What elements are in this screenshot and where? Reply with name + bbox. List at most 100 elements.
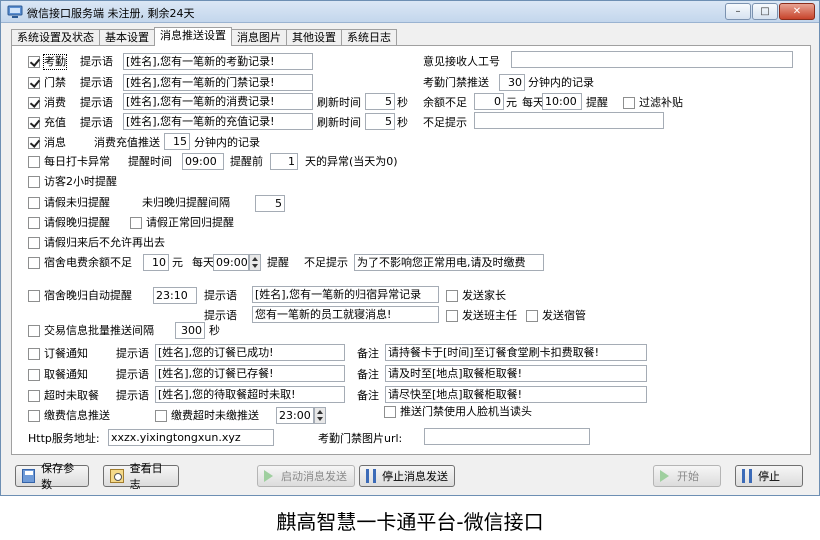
dorm-power-checkbox[interactable] [28, 257, 40, 269]
dorm-power-time-input[interactable]: 09:00 [213, 254, 249, 271]
overdue-pickup-hint-input[interactable]: [姓名],您的待取餐超时未取! [155, 386, 345, 403]
send-teacher-label: 发送班主任 [462, 309, 517, 322]
dorm-late-hint2-input[interactable]: 您有一笔新的员工就寝消息! [252, 306, 439, 323]
dorm-power-insufficient-input[interactable]: 为了不影响您正常用电,请及时缴费 [354, 254, 544, 271]
consume-refresh-unit: 秒 [397, 96, 408, 109]
daily-abnormal-days-input[interactable]: 1 [270, 153, 298, 170]
balance-daily-time-input[interactable]: 10:00 [542, 93, 582, 110]
leave-not-return-checkbox[interactable] [28, 197, 40, 209]
order-notice-note-input[interactable]: 请持餐卡于[时间]至订餐食堂刷卡扣费取餐! [385, 344, 647, 361]
save-button[interactable]: 保存参数 [15, 462, 89, 491]
tab-message-images[interactable]: 消息图片 [231, 29, 287, 46]
attendance-checkbox[interactable] [28, 56, 40, 68]
fee-push-checkbox[interactable] [28, 410, 40, 422]
tab-system-log[interactable]: 系统日志 [341, 29, 397, 46]
gate-checkbox[interactable] [28, 77, 40, 89]
gate-hint-input[interactable]: [姓名],您有一笔新的门禁记录! [123, 74, 313, 91]
recharge-label: 充值 [44, 116, 66, 129]
attendance-hint-input[interactable]: [姓名],您有一笔新的考勤记录! [123, 53, 313, 70]
fee-push-label: 缴费信息推送 [44, 409, 110, 422]
dorm-late-hint-input[interactable]: [姓名],您有一笔新的归宿异常记录 [252, 286, 439, 303]
leave-normal-return-label: 请假正常回归提醒 [146, 216, 234, 229]
recharge-hint-input[interactable]: [姓名],您有一笔新的充值记录! [123, 113, 313, 130]
dorm-power-remind-label: 提醒 [267, 256, 289, 269]
start-send-button-label: 启动消息发送 [281, 470, 347, 483]
consume-checkbox[interactable] [28, 97, 40, 109]
daily-abnormal-days-unit: 天的异常(当天为0) [305, 155, 398, 168]
gate-push-label: 考勤门禁推送 [423, 76, 489, 89]
consume-refresh-label: 刷新时间 [317, 96, 361, 109]
tab-basic-settings[interactable]: 基本设置 [99, 29, 155, 46]
recharge-refresh-input[interactable]: 5 [365, 113, 395, 130]
stop-send-button-label: 停止消息发送 [382, 470, 448, 483]
pickup-notice-checkbox[interactable] [28, 369, 40, 381]
start-send-button[interactable]: 启动消息发送 [257, 465, 355, 487]
batch-push-checkbox[interactable] [28, 325, 40, 337]
daily-abnormal-time-input[interactable]: 09:00 [182, 153, 224, 170]
pause-icon [742, 469, 752, 483]
send-teacher-checkbox[interactable] [446, 310, 458, 322]
face-reader-checkbox[interactable] [384, 406, 396, 418]
recharge-insufficient-input[interactable] [474, 112, 664, 129]
dorm-power-amount-unit: 元 [172, 256, 183, 269]
message-checkbox[interactable] [28, 137, 40, 149]
send-parent-checkbox[interactable] [446, 290, 458, 302]
order-notice-hint-input[interactable]: [姓名],您的订餐已成功! [155, 344, 345, 361]
fee-overdue-time-input[interactable]: 23:00 [276, 407, 314, 424]
view-log-button[interactable]: 查看日志 [103, 462, 179, 491]
dorm-power-amount-input[interactable]: 10 [143, 254, 169, 271]
balance-unit: 元 [506, 96, 517, 109]
http-address-input[interactable]: xxzx.yixingtongxun.xyz [108, 429, 274, 446]
recharge-checkbox[interactable] [28, 117, 40, 129]
consume-hint-input[interactable]: [姓名],您有一笔新的消费记录! [123, 93, 313, 110]
minimize-button[interactable]: – [725, 3, 751, 20]
fee-overdue-time-spinner[interactable] [314, 407, 326, 424]
filter-subsidy-checkbox[interactable] [623, 97, 635, 109]
dorm-late-checkbox[interactable] [28, 290, 40, 302]
order-notice-note-label: 备注 [357, 347, 379, 360]
log-icon [110, 469, 124, 483]
fee-overdue-checkbox[interactable] [155, 410, 167, 422]
gate-push-input[interactable]: 30 [499, 74, 525, 91]
image-url-input[interactable] [424, 428, 590, 445]
tab-push-settings[interactable]: 消息推送设置 [154, 27, 232, 46]
dorm-power-time-spinner[interactable] [249, 254, 261, 271]
leave-interval-input[interactable]: 5 [255, 195, 285, 212]
balance-input[interactable]: 0 [474, 93, 504, 110]
leave-no-exit-checkbox[interactable] [28, 237, 40, 249]
leave-normal-return-checkbox[interactable] [130, 217, 142, 229]
leave-late-checkbox[interactable] [28, 217, 40, 229]
overdue-pickup-checkbox[interactable] [28, 390, 40, 402]
batch-push-input[interactable]: 300 [175, 322, 205, 339]
stop-send-button[interactable]: 停止消息发送 [359, 465, 455, 487]
consume-hint-label: 提示语 [80, 96, 113, 109]
stop-button[interactable]: 停止 [735, 465, 803, 487]
send-dorm-manager-checkbox[interactable] [526, 310, 538, 322]
receiver-input[interactable] [511, 51, 793, 68]
overdue-pickup-note-input[interactable]: 请尽快至[地点]取餐柜取餐! [385, 386, 647, 403]
receiver-label: 意见接收人工号 [423, 55, 500, 68]
consume-refresh-input[interactable]: 5 [365, 93, 395, 110]
daily-abnormal-time-label: 提醒时间 [128, 155, 172, 168]
tab-system-status[interactable]: 系统设置及状态 [11, 29, 100, 46]
balance-remind-label: 提醒 [586, 96, 608, 109]
message-push-input[interactable]: 15 [164, 133, 190, 150]
stop-button-label: 停止 [758, 470, 780, 483]
maximize-button[interactable]: □ [752, 3, 778, 20]
pickup-notice-note-label: 备注 [357, 368, 379, 381]
daily-abnormal-checkbox[interactable] [28, 156, 40, 168]
pickup-notice-note-input[interactable]: 请及时至[地点]取餐柜取餐! [385, 365, 647, 382]
title-bar[interactable]: 微信接口服务端 未注册, 剩余24天 – □ ✕ [1, 1, 819, 23]
order-notice-checkbox[interactable] [28, 348, 40, 360]
pickup-notice-hint-input[interactable]: [姓名],您的订餐已存餐! [155, 365, 345, 382]
dorm-late-label: 宿舍晚归自动提醒 [44, 289, 132, 302]
start-button[interactable]: 开始 [653, 465, 721, 487]
close-button[interactable]: ✕ [779, 3, 815, 20]
attendance-hint-label: 提示语 [80, 55, 113, 68]
dorm-late-time-input[interactable]: 23:10 [153, 287, 197, 304]
filter-subsidy-label: 过滤补贴 [639, 96, 683, 109]
tab-other-settings[interactable]: 其他设置 [286, 29, 342, 46]
attendance-label: 考勤 [43, 54, 67, 70]
visitor-checkbox[interactable] [28, 176, 40, 188]
order-notice-label: 订餐通知 [44, 347, 88, 360]
